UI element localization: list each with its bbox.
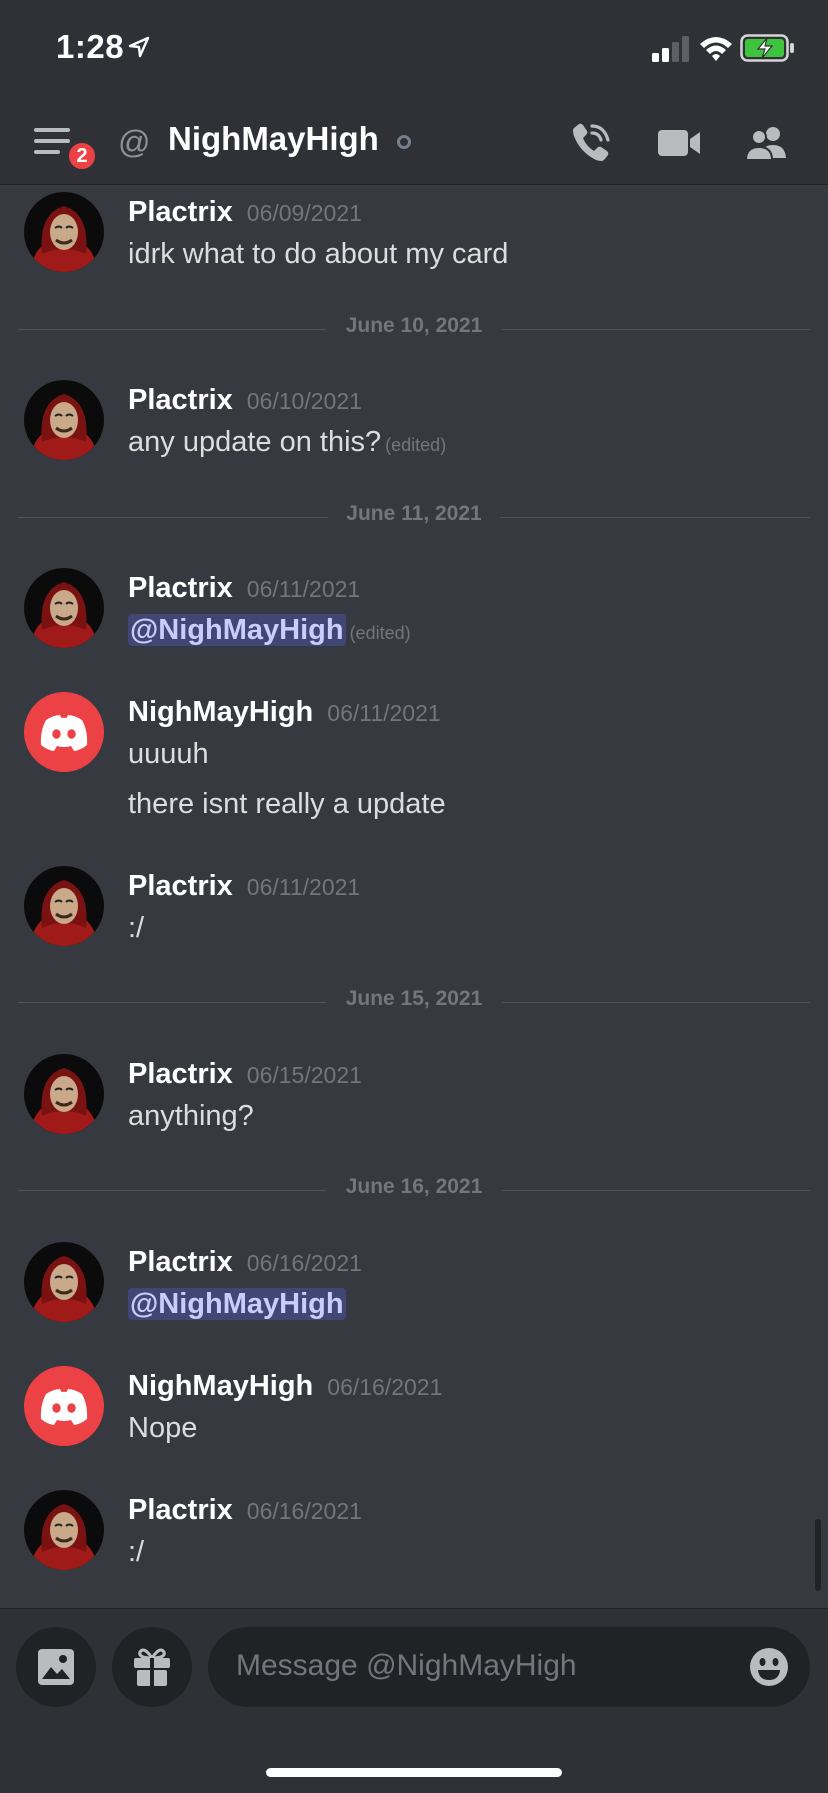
discord-logo-icon <box>24 692 104 772</box>
message-input[interactable]: Message @NighMayHigh <box>208 1627 810 1707</box>
message-author[interactable]: Plactrix 06/16/2021 <box>128 1494 362 1527</box>
message-author[interactable]: Plactrix 06/15/2021 <box>128 1058 362 1091</box>
location-arrow-icon <box>128 36 150 58</box>
message-timestamp: 06/09/2021 <box>246 200 362 226</box>
attach-image-button[interactable] <box>16 1627 96 1707</box>
video-camera-icon[interactable] <box>656 120 702 166</box>
message-timestamp: 06/15/2021 <box>246 1062 362 1088</box>
masked-figure-avatar-icon <box>24 568 104 648</box>
message-text: :/ <box>128 1536 145 1568</box>
at-icon: @ <box>118 124 151 160</box>
masked-figure-avatar-icon <box>24 866 104 946</box>
edited-label: (edited) <box>349 623 411 643</box>
avatar[interactable] <box>24 380 104 460</box>
message-timestamp: 06/16/2021 <box>246 1250 362 1276</box>
masked-figure-avatar-icon <box>24 192 104 272</box>
page-title[interactable]: NighMayHigh <box>168 120 379 158</box>
members-icon[interactable] <box>744 120 790 166</box>
wifi-icon <box>700 37 732 61</box>
masked-figure-avatar-icon <box>24 1242 104 1322</box>
cellular-signal-icon <box>652 36 689 62</box>
message-input-placeholder: Message @NighMayHigh <box>236 1649 577 1682</box>
message-author[interactable]: NighMayHigh 06/16/2021 <box>128 1370 442 1403</box>
home-indicator[interactable] <box>266 1768 562 1777</box>
scrollbar[interactable] <box>815 1519 821 1591</box>
message-text: anything? <box>128 1100 254 1132</box>
message-list[interactable]: Plactrix 06/09/2021 idrk what to do about… <box>0 186 828 1610</box>
message-author[interactable]: Plactrix 06/11/2021 <box>128 870 360 903</box>
date-divider: June 11, 2021 <box>18 502 810 532</box>
message-timestamp: 06/10/2021 <box>246 388 362 414</box>
status-time: 1:28 <box>56 28 125 65</box>
user-mention[interactable]: @NighMayHigh <box>128 614 346 646</box>
message-composer: Message @NighMayHigh <box>0 1608 828 1793</box>
message-timestamp: 06/11/2021 <box>327 700 441 726</box>
channel-header: 2 @ NighMayHigh <box>0 100 828 185</box>
masked-figure-avatar-icon <box>24 1490 104 1570</box>
emoji-icon[interactable] <box>748 1646 790 1688</box>
message-text: :/ <box>128 912 145 944</box>
date-divider: June 16, 2021 <box>18 1175 810 1205</box>
message-text: @NighMayHigh (edited) <box>128 614 411 647</box>
avatar[interactable] <box>24 192 104 272</box>
message-text: Nope <box>128 1412 198 1444</box>
battery-charging-icon <box>740 34 794 62</box>
message-author[interactable]: NighMayHigh 06/11/2021 <box>128 696 441 729</box>
message-timestamp: 06/16/2021 <box>246 1498 362 1524</box>
date-divider: June 10, 2021 <box>18 314 810 344</box>
edited-label: (edited) <box>385 435 447 455</box>
message-text: @NighMayHigh <box>128 1288 346 1321</box>
avatar[interactable] <box>24 1490 104 1570</box>
masked-figure-avatar-icon <box>24 1054 104 1134</box>
message-author[interactable]: Plactrix 06/16/2021 <box>128 1246 362 1279</box>
user-mention[interactable]: @NighMayHigh <box>128 1288 346 1320</box>
message-text: any update on this? (edited) <box>128 426 447 458</box>
message-timestamp: 06/11/2021 <box>246 874 361 900</box>
avatar[interactable] <box>24 692 104 772</box>
message-text: idrk what to do about my card <box>128 238 509 270</box>
discord-logo-icon <box>24 1366 104 1446</box>
gift-button[interactable] <box>112 1627 192 1707</box>
date-divider: June 15, 2021 <box>18 987 810 1017</box>
avatar[interactable] <box>24 1366 104 1446</box>
message-timestamp: 06/16/2021 <box>327 1374 443 1400</box>
status-bar: 1:28 <box>0 0 828 100</box>
avatar[interactable] <box>24 568 104 648</box>
message-text: uuuuh <box>128 738 209 770</box>
masked-figure-avatar-icon <box>24 380 104 460</box>
message-text: there isnt really a update <box>128 788 446 820</box>
message-author[interactable]: Plactrix 06/10/2021 <box>128 384 362 417</box>
phone-call-icon[interactable] <box>568 120 614 166</box>
message-timestamp: 06/11/2021 <box>246 576 361 602</box>
offline-status-icon <box>397 135 411 149</box>
image-icon <box>38 1649 74 1685</box>
message-author[interactable]: Plactrix 06/11/2021 <box>128 572 360 605</box>
avatar[interactable] <box>24 1054 104 1134</box>
avatar[interactable] <box>24 866 104 946</box>
gift-icon <box>134 1648 170 1686</box>
notification-badge: 2 <box>66 140 98 172</box>
message-author[interactable]: Plactrix 06/09/2021 <box>128 196 362 229</box>
avatar[interactable] <box>24 1242 104 1322</box>
